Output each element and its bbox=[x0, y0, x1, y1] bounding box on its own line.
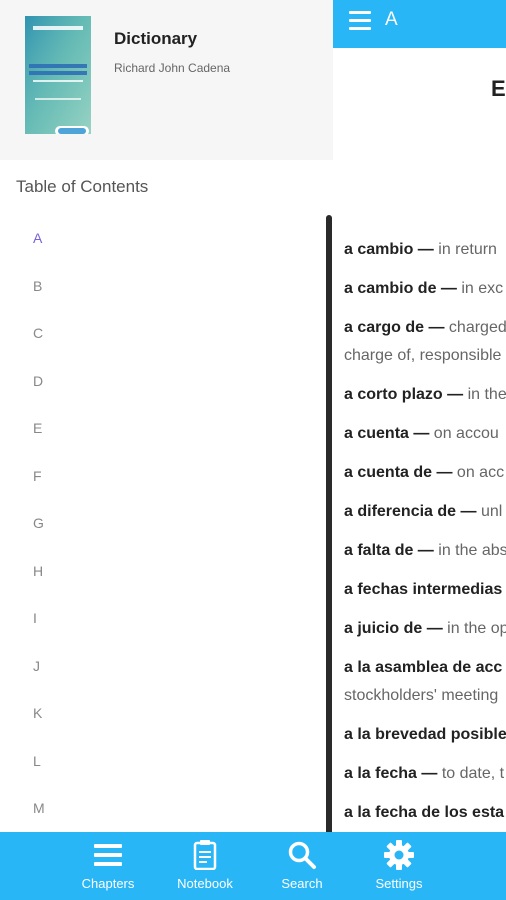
section-heading: E bbox=[491, 76, 506, 101]
toc-list: ABCDEFGHIJKLM bbox=[0, 218, 326, 832]
entry-definition: in return bbox=[433, 241, 497, 258]
toc-item-i[interactable]: I bbox=[0, 598, 326, 646]
entry-item[interactable]: a diferencia de — unl bbox=[344, 498, 506, 526]
toc-item-c[interactable]: C bbox=[0, 313, 326, 361]
entry-list: a cambio — in return a cambio de — in exc… bbox=[344, 236, 506, 832]
nav-chapters-button[interactable]: Chapters bbox=[68, 832, 148, 900]
entry-term: a cambio de — bbox=[344, 280, 457, 297]
reader-header: A bbox=[333, 0, 506, 48]
entry-item[interactable]: a cuenta de — on acc bbox=[344, 459, 506, 487]
toc-item-e[interactable]: E bbox=[0, 408, 326, 456]
drawer-scrollbar[interactable] bbox=[326, 215, 332, 832]
toc-item-b[interactable]: B bbox=[0, 266, 326, 314]
toc-item-h[interactable]: H bbox=[0, 551, 326, 599]
nav-settings-button[interactable]: Settings bbox=[359, 832, 439, 900]
entry-term: a la fecha — bbox=[344, 765, 438, 782]
entry-term: a cambio — bbox=[344, 241, 434, 258]
toc-item-l[interactable]: L bbox=[0, 741, 326, 789]
entry-term: a corto plazo — bbox=[344, 386, 464, 403]
search-icon bbox=[288, 841, 316, 869]
navigation-drawer: Dictionary Richard John Cadena Table of … bbox=[0, 0, 333, 832]
entry-item[interactable]: a cuenta — on accou bbox=[344, 420, 506, 448]
notebook-icon bbox=[193, 840, 217, 870]
entry-definition: to date, t bbox=[437, 765, 505, 782]
book-header: Dictionary Richard John Cadena bbox=[0, 0, 333, 160]
toc-item-d[interactable]: D bbox=[0, 361, 326, 409]
entry-item[interactable]: a la brevedad posible bbox=[344, 721, 506, 749]
hamburger-menu-icon[interactable] bbox=[349, 11, 371, 31]
list-icon bbox=[94, 844, 122, 866]
toc-item-g[interactable]: G bbox=[0, 503, 326, 551]
reader-title: A bbox=[385, 9, 398, 30]
entry-term: a la brevedad posible bbox=[344, 726, 506, 743]
nav-chapters-label: Chapters bbox=[81, 876, 135, 891]
entry-term: a diferencia de — bbox=[344, 503, 477, 520]
entry-definition: on accou bbox=[429, 425, 499, 442]
nav-notebook-button[interactable]: Notebook bbox=[165, 832, 245, 900]
entry-definition-continued: stockholders' meeting bbox=[344, 687, 499, 704]
entry-definition: unl bbox=[476, 503, 503, 520]
entry-item[interactable]: a cambio de — in exc bbox=[344, 275, 506, 303]
entry-term: a juicio de — bbox=[344, 620, 443, 637]
nav-notebook-label: Notebook bbox=[177, 876, 233, 891]
entry-definition: on acc bbox=[452, 464, 505, 481]
entry-item[interactable]: a cambio — in return bbox=[344, 236, 506, 264]
entry-item[interactable]: a la fecha de los esta bbox=[344, 799, 506, 827]
entry-term: a cuenta — bbox=[344, 425, 430, 442]
entry-term: a cargo de — bbox=[344, 319, 445, 336]
toc-item-j[interactable]: J bbox=[0, 646, 326, 694]
book-author: Richard John Cadena bbox=[114, 61, 231, 75]
entry-item[interactable]: a falta de — in the abs bbox=[344, 537, 506, 565]
toc-title: Table of Contents bbox=[16, 177, 149, 196]
entry-definition: charged bbox=[444, 319, 506, 336]
entry-term: a falta de — bbox=[344, 542, 434, 559]
nav-search-label: Search bbox=[281, 876, 323, 891]
toc-item-a[interactable]: A bbox=[0, 218, 326, 266]
entry-item[interactable]: a corto plazo — in the bbox=[344, 381, 506, 409]
entry-item[interactable]: a fechas intermedias bbox=[344, 576, 506, 604]
entry-item[interactable]: a la fecha — to date, t bbox=[344, 760, 506, 788]
nav-search-button[interactable]: Search bbox=[262, 832, 342, 900]
entry-item[interactable]: a la asamblea de acc stockholders' meetin… bbox=[344, 654, 506, 710]
gear-icon bbox=[384, 840, 414, 870]
nav-settings-label: Settings bbox=[375, 876, 423, 891]
entry-definition-continued: charge of, responsible bbox=[344, 347, 502, 364]
entry-item[interactable]: a juicio de — in the op bbox=[344, 615, 506, 643]
entry-definition: in exc bbox=[456, 280, 504, 297]
entry-definition: in the op bbox=[442, 620, 506, 637]
entry-term: a fechas intermedias bbox=[344, 581, 503, 598]
entry-item[interactable]: a cargo de — charged charge of, responsib… bbox=[344, 314, 506, 370]
entry-term: a la fecha de los esta bbox=[344, 804, 505, 821]
reader-pane: A E a cambio — in return a cambio de — in… bbox=[333, 0, 506, 832]
book-title: Dictionary bbox=[114, 29, 198, 48]
toc-item-k[interactable]: K bbox=[0, 693, 326, 741]
entry-term: a la asamblea de acc bbox=[344, 659, 503, 676]
entry-definition: in the abs bbox=[433, 542, 506, 559]
book-cover-image bbox=[25, 16, 91, 134]
entry-definition: in the bbox=[463, 386, 506, 403]
toc-item-m[interactable]: M bbox=[0, 788, 326, 832]
bottom-nav: Chapters Notebook Search Settings bbox=[0, 832, 506, 900]
entry-term: a cuenta de — bbox=[344, 464, 453, 481]
toc-item-f[interactable]: F bbox=[0, 456, 326, 504]
